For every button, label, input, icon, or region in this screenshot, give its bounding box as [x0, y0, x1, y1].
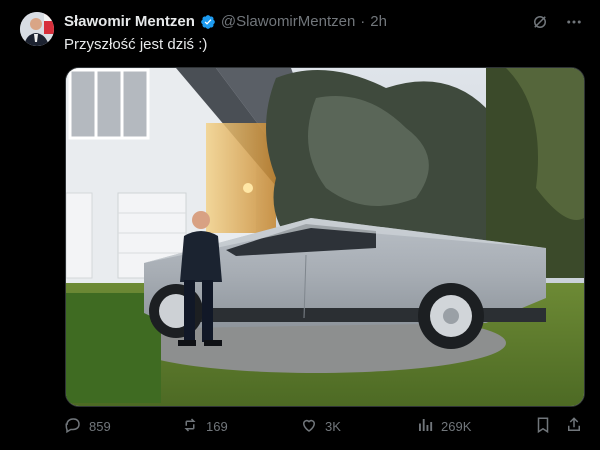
like-button[interactable]: 3K	[300, 416, 341, 437]
tweet: Sławomir Mentzen @SlawomirMentzen · 2h P…	[0, 0, 600, 450]
timestamp[interactable]: 2h	[370, 13, 387, 30]
views-button[interactable]: 269K	[416, 416, 471, 437]
views-count: 269K	[441, 419, 472, 434]
like-count: 3K	[325, 419, 341, 434]
separator-dot: ·	[360, 13, 366, 30]
avatar[interactable]	[20, 12, 54, 46]
repost-count: 169	[206, 419, 228, 434]
more-icon[interactable]	[564, 12, 584, 32]
tweet-header: Sławomir Mentzen @SlawomirMentzen · 2h	[64, 13, 387, 30]
heart-icon	[300, 416, 318, 437]
grok-icon[interactable]	[530, 12, 550, 32]
author-handle[interactable]: @SlawomirMentzen	[221, 13, 355, 30]
verified-badge-icon	[200, 14, 216, 30]
share-icon	[565, 416, 583, 437]
share-button[interactable]	[565, 416, 583, 437]
author-name[interactable]: Sławomir Mentzen	[64, 13, 195, 30]
reply-button[interactable]: 859	[64, 416, 111, 437]
tweet-actions: 859 169 3K 269K	[64, 416, 584, 438]
repost-button[interactable]: 169	[181, 416, 228, 437]
tweet-photo[interactable]	[65, 67, 585, 407]
tweet-top-actions	[530, 12, 584, 32]
bookmark-icon	[534, 416, 552, 437]
repost-icon	[181, 416, 199, 437]
views-icon	[416, 416, 434, 437]
tweet-text: Przyszłość jest dziś :)	[64, 36, 208, 53]
reply-icon	[64, 416, 82, 437]
bookmark-button[interactable]	[534, 416, 552, 437]
reply-count: 859	[89, 419, 111, 434]
